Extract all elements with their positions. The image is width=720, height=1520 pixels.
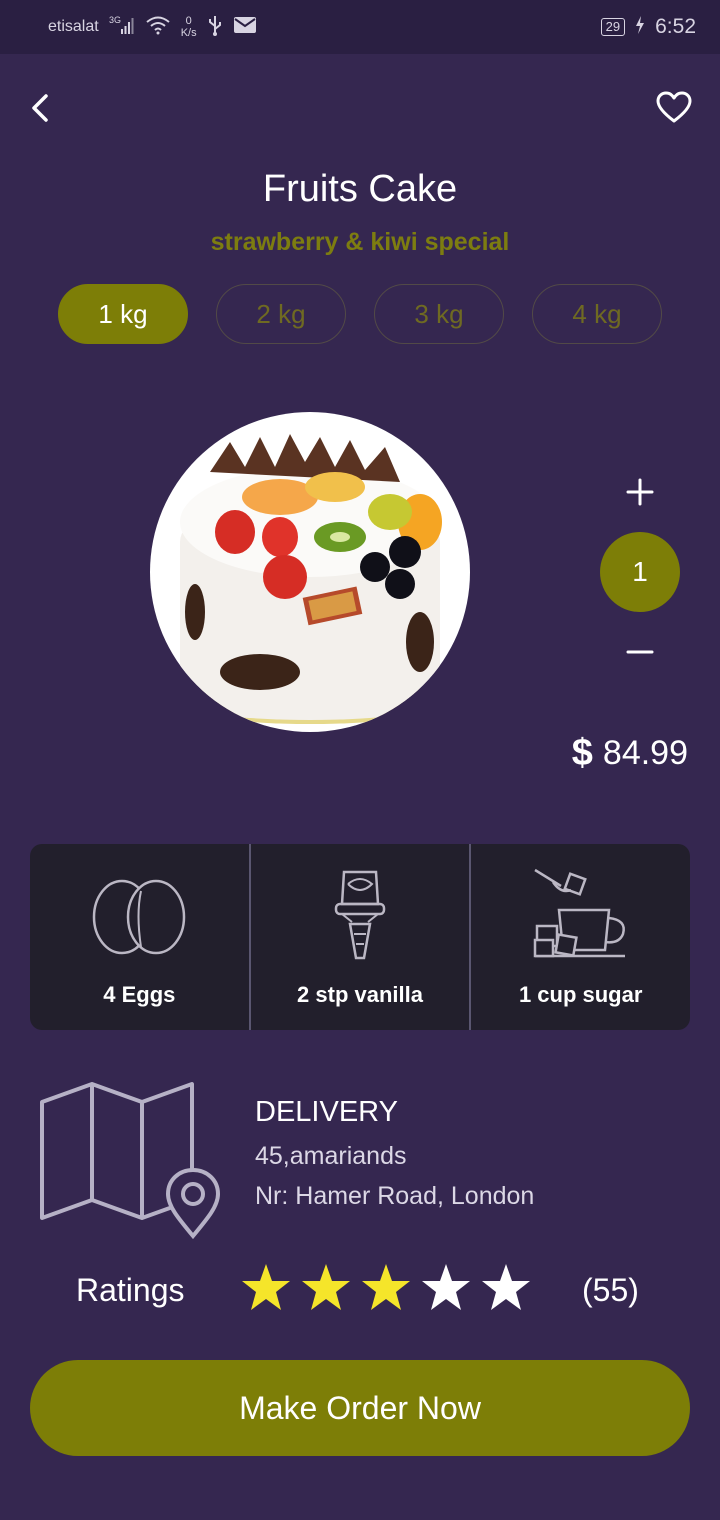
battery-indicator: 29 <box>600 18 626 36</box>
star-empty-icon[interactable] <box>420 1262 472 1314</box>
weight-selector: 1 kg 2 kg 3 kg 4 kg <box>58 284 662 344</box>
quantity-decrease-button[interactable] <box>620 632 660 672</box>
mail-icon <box>233 16 257 39</box>
weight-option-3kg[interactable]: 3 kg <box>374 284 504 344</box>
ratings-label: Ratings <box>76 1272 185 1308</box>
weight-option-1kg[interactable]: 1 kg <box>58 284 188 344</box>
star-filled-icon[interactable] <box>360 1262 412 1314</box>
back-button[interactable] <box>22 88 62 128</box>
ingredient-label: 1 cup sugar <box>518 982 643 1007</box>
quantity-increase-button[interactable] <box>620 472 660 512</box>
minus-icon <box>626 650 654 654</box>
ingredient-label: 4 Eggs <box>103 982 176 1007</box>
price: $ 84.99 <box>572 732 688 775</box>
status-bar: etisalat 3G 0 K/s 29 6:52 <box>0 0 720 54</box>
delivery-address-line1: 45,amariands <box>255 1142 407 1170</box>
status-right: 29 6:52 <box>600 15 696 39</box>
weight-option-2kg[interactable]: 2 kg <box>216 284 346 344</box>
plus-icon <box>626 478 654 506</box>
rating-stars <box>240 1262 532 1314</box>
ingredient-eggs: 4 Eggs <box>30 844 251 1030</box>
eggs-icon <box>93 879 186 955</box>
price-amount: 84.99 <box>602 734 688 772</box>
star-filled-icon[interactable] <box>300 1262 352 1314</box>
charging-icon <box>635 15 645 39</box>
quantity-value: 1 <box>600 532 680 612</box>
favorite-button[interactable] <box>654 88 694 128</box>
delivery-address-line2: Nr: Hamer Road, London <box>255 1182 535 1210</box>
ingredient-sugar: 1 cup sugar <box>471 844 690 1030</box>
network-speed-value: 0 <box>185 15 192 27</box>
currency-symbol: $ <box>571 732 593 774</box>
delivery-title: DELIVERY <box>255 1096 398 1128</box>
heart-icon <box>656 91 692 123</box>
product-title: Fruits Cake <box>262 168 458 210</box>
ingredient-label: 2 stp vanilla <box>297 982 423 1007</box>
star-empty-icon[interactable] <box>480 1262 532 1314</box>
map-location-icon <box>38 1080 228 1240</box>
ice-cream-icon <box>334 870 386 960</box>
network-speed: 0 K/s <box>181 15 197 39</box>
make-order-button[interactable]: Make Order Now <box>30 1360 690 1456</box>
wifi-icon <box>145 15 171 40</box>
carrier-label: etisalat <box>48 18 99 35</box>
usb-icon <box>207 14 223 41</box>
chevron-left-icon <box>32 94 48 122</box>
ingredients-panel: 4 Eggs 2 stp vanilla 1 cup sugar <box>30 844 690 1030</box>
weight-option-4kg[interactable]: 4 kg <box>532 284 662 344</box>
signal-icon: 3G <box>109 15 135 40</box>
ingredient-vanilla: 2 stp vanilla <box>251 844 472 1030</box>
product-subtitle: strawberry & kiwi special <box>210 228 510 256</box>
star-filled-icon[interactable] <box>240 1262 292 1314</box>
network-speed-unit: K/s <box>180 27 197 39</box>
product-image <box>150 412 470 732</box>
clock: 6:52 <box>655 15 696 38</box>
sugar-cup-icon <box>533 868 625 958</box>
svg-text:3G: 3G <box>109 15 121 25</box>
status-left: etisalat 3G 0 K/s <box>48 14 257 41</box>
ratings-count: (55) <box>582 1272 639 1308</box>
